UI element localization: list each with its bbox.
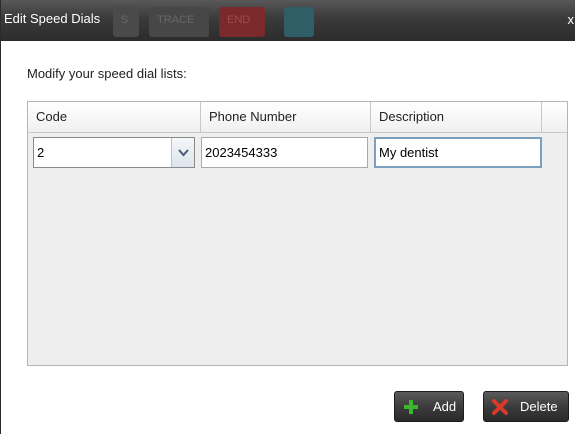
table-row[interactable]: 2 2023454333 My dentist [28,134,567,170]
close-button[interactable]: x [568,12,575,27]
delete-button[interactable]: Delete [483,391,569,422]
delete-button-label: Delete [520,399,558,414]
phone-number-field[interactable]: 2023454333 [201,137,368,168]
table-header: Code Phone Number Description [28,102,567,133]
instruction-text: Modify your speed dial lists: [27,66,187,81]
background-button-label: END [227,14,251,26]
x-icon [492,399,508,415]
title-bar: S TRACE END Edit Speed Dials x [1,0,575,41]
add-button[interactable]: Add [394,391,464,422]
dialog-title: Edit Speed Dials [4,11,101,26]
background-button [284,7,314,37]
chevron-down-icon [178,149,189,157]
column-header-description[interactable]: Description [371,102,542,132]
code-select[interactable]: 2 [33,137,195,168]
speed-dial-table: Code Phone Number Description 2 20234543… [27,101,568,366]
add-button-label: Add [433,399,457,414]
column-header-code[interactable]: Code [28,102,201,132]
column-header-filler [542,102,567,132]
column-header-phone-number[interactable]: Phone Number [201,102,371,132]
code-select-dropdown-button[interactable] [171,138,194,167]
edit-speed-dials-dialog: S TRACE END Edit Speed Dials x Modify yo… [0,0,575,434]
description-field[interactable]: My dentist [374,137,542,168]
background-button-label: S [121,14,129,26]
plus-icon [404,400,418,414]
code-select-value: 2 [37,145,45,160]
background-button-label: TRACE [157,14,195,26]
